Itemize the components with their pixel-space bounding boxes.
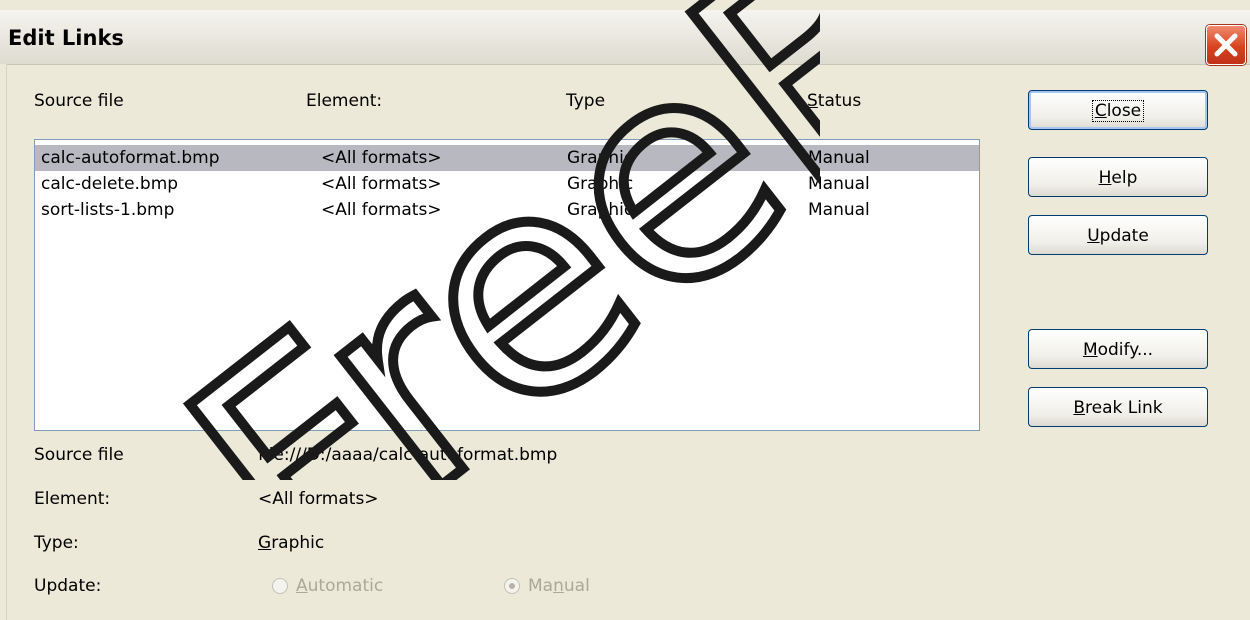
automatic-radio-label[interactable]: Automatic bbox=[296, 576, 383, 596]
close-mnemonic: C bbox=[1094, 101, 1107, 121]
column-header-source[interactable]: Source file bbox=[34, 91, 124, 111]
source-file-label: Source file bbox=[34, 445, 124, 465]
break-link-mnemonic: B bbox=[1073, 398, 1086, 418]
close-label-rest: lose bbox=[1106, 101, 1142, 121]
cell-type: Graphic bbox=[567, 148, 634, 168]
close-x-icon[interactable] bbox=[1206, 25, 1246, 65]
list-item[interactable]: calc-delete.bmp <All formats> Graphic Ma… bbox=[35, 171, 979, 197]
type-value-mnemonic: G bbox=[258, 533, 272, 553]
manual-label-rest: ual bbox=[563, 576, 590, 596]
cell-element: <All formats> bbox=[321, 174, 442, 194]
update-label: Update: bbox=[34, 576, 102, 596]
modify-mnemonic: M bbox=[1082, 340, 1098, 360]
modify-button[interactable]: Modify... bbox=[1028, 329, 1208, 369]
type-value-rest: raphic bbox=[271, 533, 325, 553]
element-value: <All formats> bbox=[258, 489, 379, 509]
radio-checked-icon[interactable] bbox=[504, 578, 520, 594]
break-link-label-rest: reak Link bbox=[1085, 398, 1163, 418]
window-title: Edit Links bbox=[8, 26, 124, 50]
update-button[interactable]: Update bbox=[1028, 215, 1208, 255]
element-label: Element: bbox=[34, 489, 111, 509]
automatic-mnemonic: A bbox=[296, 576, 308, 596]
cell-element: <All formats> bbox=[321, 200, 442, 220]
status-label-rest: tatus bbox=[817, 91, 862, 111]
close-button[interactable]: Close bbox=[1028, 90, 1208, 130]
modify-label-rest: odify... bbox=[1097, 340, 1154, 360]
links-list[interactable]: calc-autoformat.bmp <All formats> Graphi… bbox=[34, 139, 980, 431]
window-frame bbox=[0, 64, 7, 620]
column-header-status[interactable]: Status bbox=[807, 91, 861, 111]
manual-label-prefix: Ma bbox=[528, 576, 554, 596]
source-file-value: file:///D:/aaaa/calc-autoformat.bmp bbox=[258, 445, 558, 465]
list-item[interactable]: calc-autoformat.bmp <All formats> Graphi… bbox=[35, 145, 979, 171]
cell-type: Graphic bbox=[567, 174, 634, 194]
manual-radio-label[interactable]: Manual bbox=[528, 576, 590, 596]
title-bar[interactable]: Edit Links bbox=[0, 10, 1250, 65]
status-mnemonic: S bbox=[807, 91, 818, 111]
type-value: Graphic bbox=[258, 533, 324, 553]
list-item[interactable]: sort-lists-1.bmp <All formats> Graphic M… bbox=[35, 197, 979, 223]
break-link-button[interactable]: Break Link bbox=[1028, 387, 1208, 427]
help-button[interactable]: Help bbox=[1028, 157, 1208, 197]
update-mnemonic: U bbox=[1087, 226, 1100, 246]
automatic-label-rest: utomatic bbox=[307, 576, 384, 596]
column-header-element[interactable]: Element: bbox=[306, 91, 382, 111]
manual-mnemonic: n bbox=[553, 576, 564, 596]
update-label-rest: pdate bbox=[1099, 226, 1149, 246]
cell-status: Manual bbox=[808, 148, 870, 168]
radio-unchecked-icon[interactable] bbox=[272, 578, 288, 594]
radio-dot bbox=[509, 583, 515, 589]
close-button-label: Close bbox=[1091, 100, 1145, 122]
cell-source: sort-lists-1.bmp bbox=[41, 200, 175, 220]
help-mnemonic: H bbox=[1098, 168, 1112, 188]
type-label: Type: bbox=[34, 533, 79, 553]
column-header-type[interactable]: Type bbox=[566, 91, 605, 111]
cell-element: <All formats> bbox=[321, 148, 442, 168]
cell-type: Graphic bbox=[567, 200, 634, 220]
cell-source: calc-delete.bmp bbox=[41, 174, 179, 194]
edit-links-dialog: Edit Links Source file Element: Type Sta… bbox=[0, 0, 1250, 620]
help-label-rest: elp bbox=[1111, 168, 1138, 188]
cell-source: calc-autoformat.bmp bbox=[41, 148, 220, 168]
cell-status: Manual bbox=[808, 174, 870, 194]
cell-status: Manual bbox=[808, 200, 870, 220]
